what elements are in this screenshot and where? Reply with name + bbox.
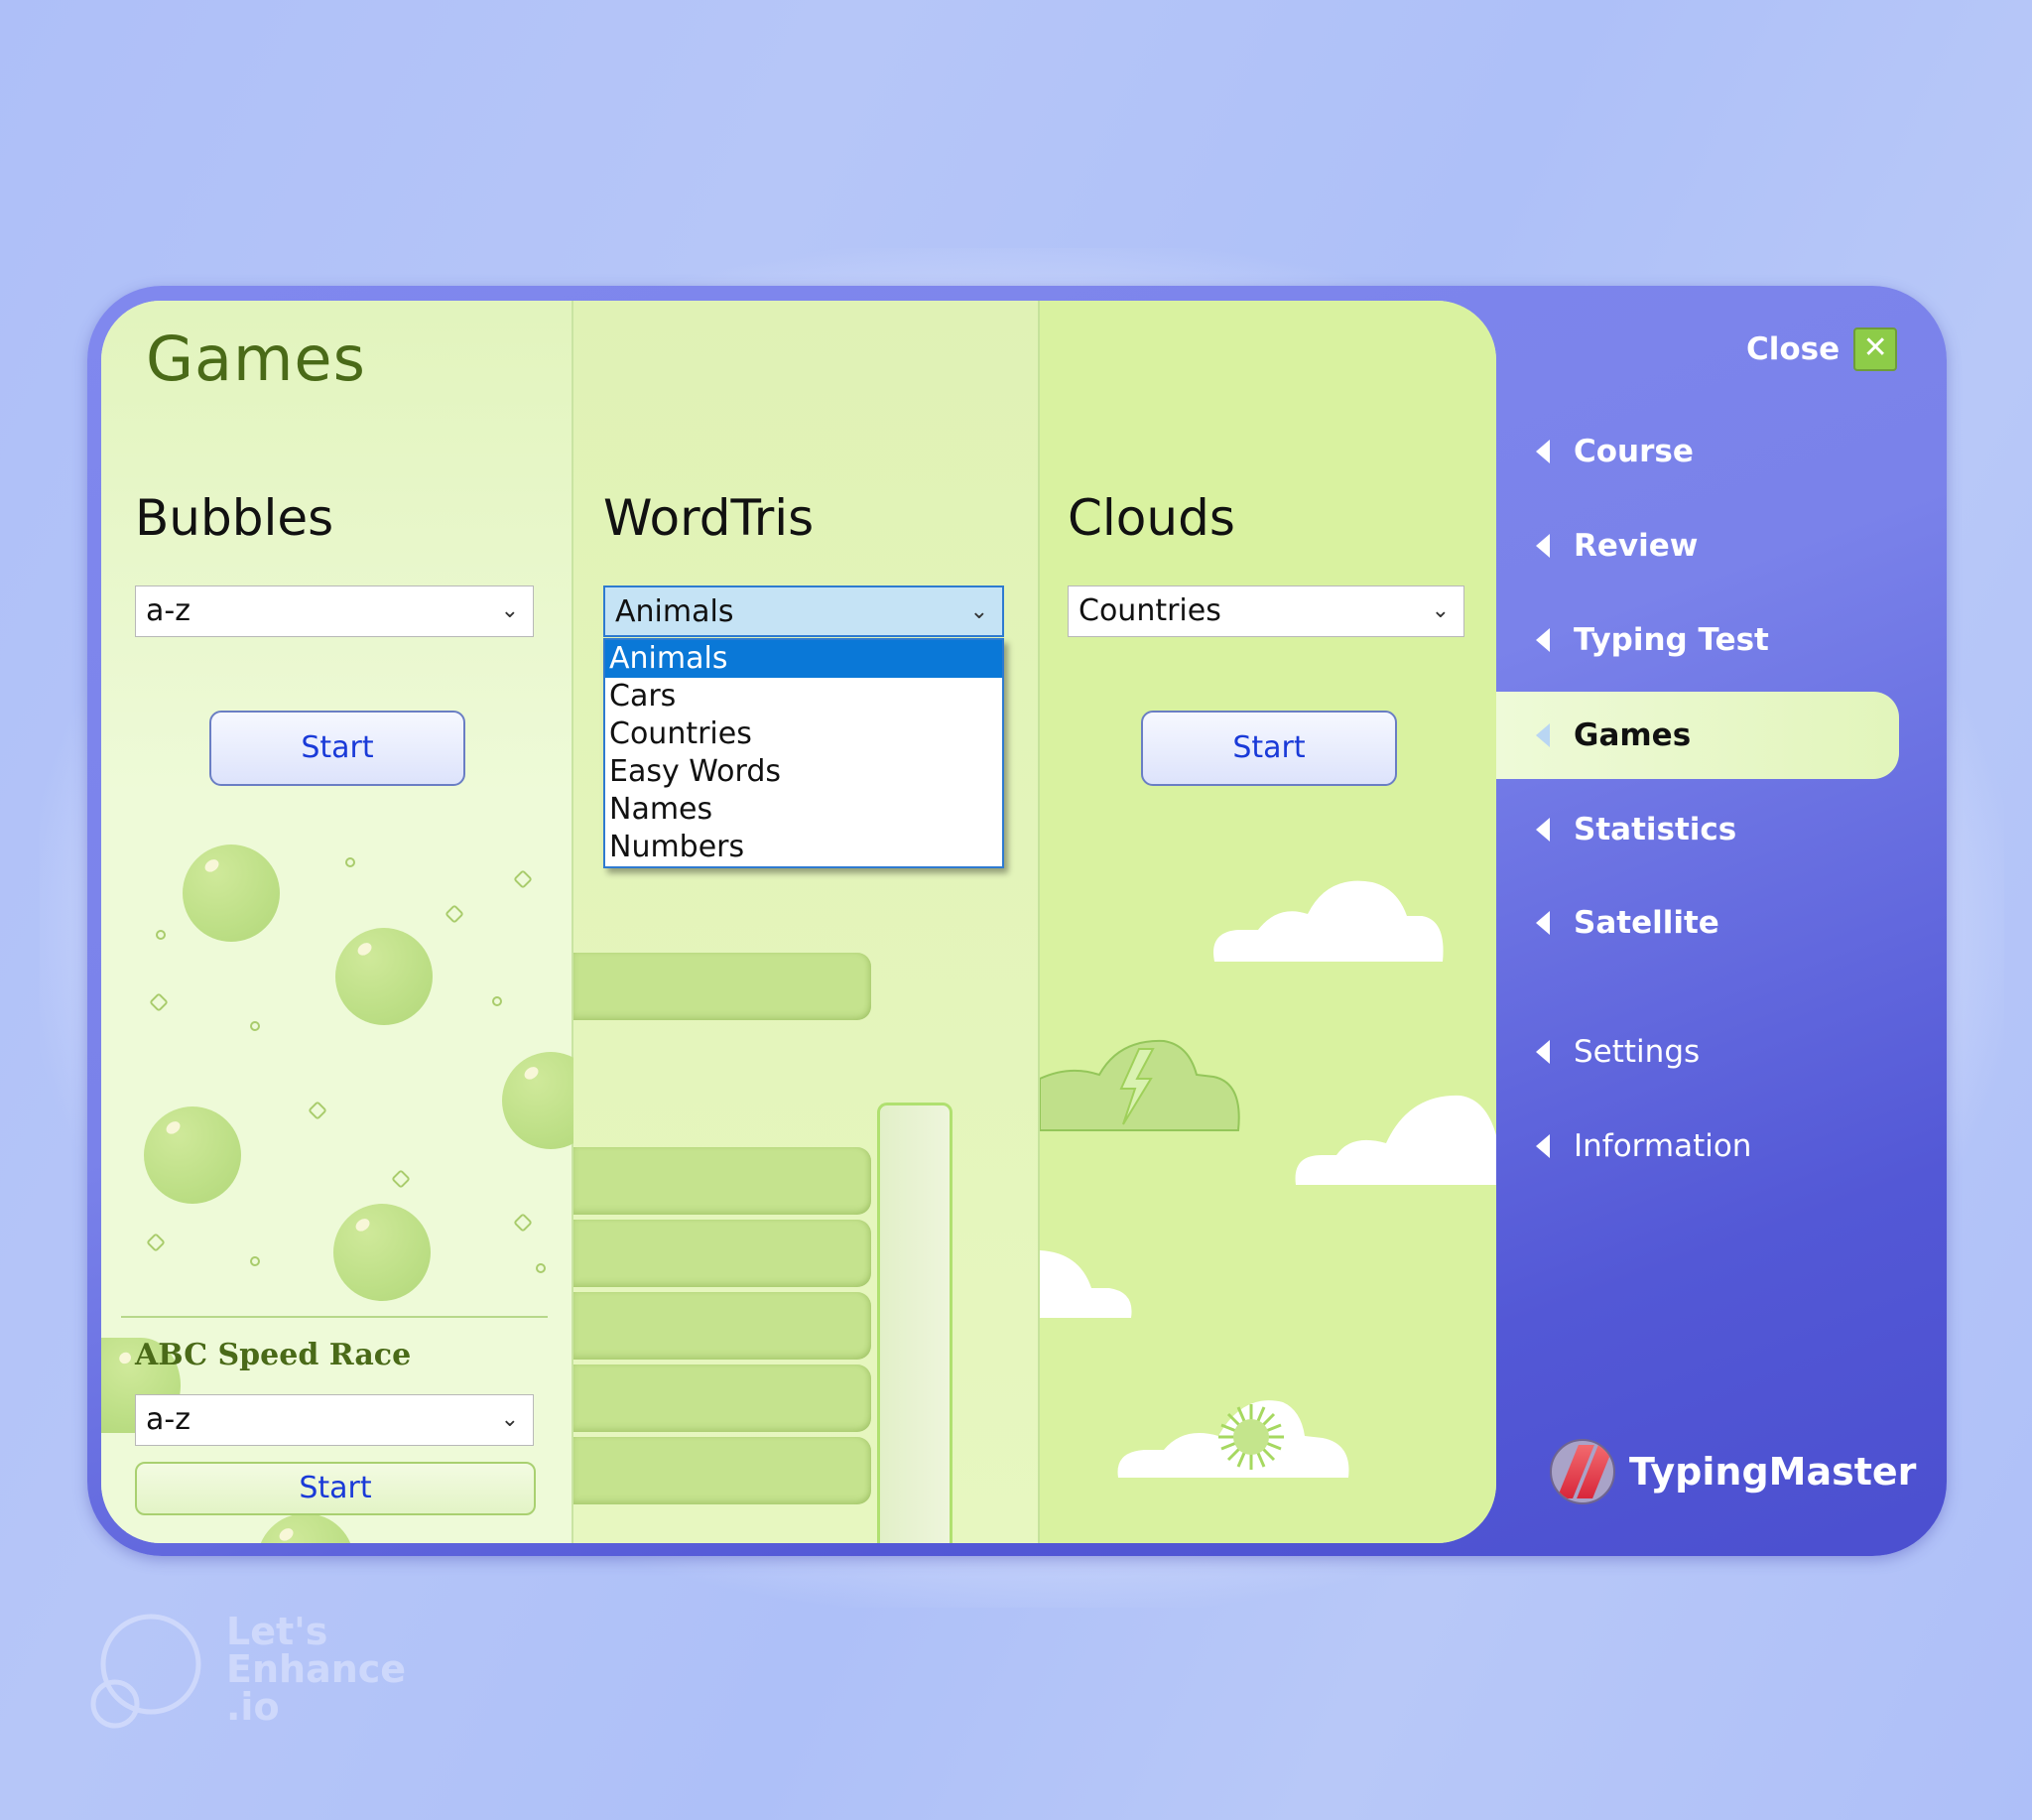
dropdown-option-countries[interactable]: Countries <box>605 715 1002 753</box>
watermark: Let's Enhance .io <box>89 1613 406 1736</box>
sidebar-item-statistics[interactable]: Statistics <box>1536 800 1736 859</box>
sidebar-item-label: Information <box>1574 1128 1752 1164</box>
typingmaster-logo-icon <box>1550 1439 1615 1504</box>
sidebar-item-settings[interactable]: Settings <box>1536 1022 1700 1082</box>
sparkle-decoration <box>308 1101 327 1120</box>
bubble-decoration <box>183 845 280 942</box>
sidebar-item-typing-test[interactable]: Typing Test <box>1536 610 1769 670</box>
sidebar-item-label: Typing Test <box>1574 622 1769 658</box>
sidebar-item-games[interactable]: Games <box>1536 706 1691 765</box>
dot-decoration <box>536 1263 546 1273</box>
dot-decoration <box>156 930 166 940</box>
chevron-down-icon: ⌄ <box>500 1407 519 1432</box>
watermark-text: Let's Enhance .io <box>226 1613 425 1726</box>
sidebar-item-label: Games <box>1574 717 1692 753</box>
clouds-title: Clouds <box>1068 489 1235 547</box>
abc-select-value: a-z <box>146 1402 190 1437</box>
sparkle-decoration <box>513 869 533 889</box>
dot-decoration <box>250 1021 260 1031</box>
dropdown-option-easy-words[interactable]: Easy Words <box>605 753 1002 791</box>
wordtris-block <box>573 1437 871 1504</box>
bubble-decoration <box>333 1204 431 1301</box>
sparkle-decoration <box>149 992 169 1012</box>
sidebar-item-label: Course <box>1574 434 1694 469</box>
arrow-left-icon <box>1536 911 1550 935</box>
sidebar-item-satellite[interactable]: Satellite <box>1536 893 1719 953</box>
games-content-panel: Games Bubbles a-z ⌄ Start ABC Speed Race… <box>101 301 1496 1543</box>
dot-decoration <box>250 1256 260 1266</box>
storm-cloud-icon <box>1040 1039 1240 1131</box>
sidebar-item-review[interactable]: Review <box>1536 516 1698 576</box>
sparkle-decoration <box>146 1233 166 1252</box>
sidebar-item-label: Satellite <box>1574 905 1719 941</box>
chevron-down-icon: ⌄ <box>1431 598 1450 623</box>
wordtris-select[interactable]: Animals ⌄ <box>603 585 1004 637</box>
arrow-left-icon <box>1536 723 1550 747</box>
sidebar-item-label: Settings <box>1574 1034 1701 1070</box>
wordtris-block <box>573 1147 871 1215</box>
wordtris-block <box>573 953 871 1020</box>
chevron-down-icon: ⌄ <box>969 599 988 624</box>
clouds-start-button[interactable]: Start <box>1141 711 1397 786</box>
sidebar-item-course[interactable]: Course <box>1536 422 1694 481</box>
dot-decoration <box>492 996 502 1006</box>
watermark-circles-icon <box>90 1614 201 1729</box>
wordtris-title: WordTris <box>603 489 815 547</box>
chevron-down-icon: ⌄ <box>500 598 519 623</box>
dot-decoration <box>345 857 355 867</box>
arrow-left-icon <box>1536 818 1550 842</box>
watermark-line: .io <box>226 1685 280 1729</box>
bubble-decoration <box>335 928 433 1025</box>
cloud-decoration <box>1040 1250 1132 1318</box>
watermark-line: Let's <box>226 1610 328 1653</box>
bubbles-select-value: a-z <box>146 593 190 628</box>
bubbles-select[interactable]: a-z ⌄ <box>135 585 534 637</box>
close-button[interactable]: Close ✕ <box>1746 327 1898 371</box>
wordtris-block <box>573 1292 871 1360</box>
dropdown-option-numbers[interactable]: Numbers <box>605 829 1002 866</box>
wordtris-block <box>573 1220 871 1287</box>
wordtris-well <box>877 1103 952 1543</box>
clouds-column: Clouds Countries ⌄ Start <box>1040 301 1496 1543</box>
section-divider <box>121 1316 548 1318</box>
arrow-left-icon <box>1536 628 1550 652</box>
abc-speed-race-start-button[interactable]: Start <box>135 1462 536 1515</box>
sidebar-item-information[interactable]: Information <box>1536 1116 1751 1176</box>
close-x-icon: ✕ <box>1853 327 1898 371</box>
page-title: Games <box>146 323 366 395</box>
bubbles-title: Bubbles <box>135 489 334 547</box>
close-label: Close <box>1746 331 1841 367</box>
dropdown-option-animals[interactable]: Animals <box>605 640 1002 678</box>
bubble-decoration <box>257 1513 354 1543</box>
bubbles-start-button[interactable]: Start <box>209 711 465 786</box>
wordtris-block <box>573 1365 871 1432</box>
typingmaster-logo: TypingMaster <box>1550 1439 1916 1504</box>
dropdown-option-cars[interactable]: Cars <box>605 678 1002 715</box>
abc-speed-race-select[interactable]: a-z ⌄ <box>135 1394 534 1446</box>
arrow-left-icon <box>1536 1134 1550 1158</box>
wordtris-select-value: Animals <box>615 594 734 629</box>
clouds-select[interactable]: Countries ⌄ <box>1068 585 1464 637</box>
dropdown-option-names[interactable]: Names <box>605 791 1002 829</box>
cloud-decoration <box>1295 1095 1496 1185</box>
sparkle-decoration <box>513 1213 533 1233</box>
sidebar-item-label: Statistics <box>1574 812 1737 847</box>
wordtris-dropdown-list: Animals Cars Countries Easy Words Names … <box>603 638 1004 868</box>
arrow-left-icon <box>1536 534 1550 558</box>
sidebar-item-label: Review <box>1574 528 1699 564</box>
sparkle-decoration <box>391 1169 411 1189</box>
logo-text: TypingMaster <box>1629 1450 1917 1494</box>
sparkle-decoration <box>444 904 464 924</box>
cloud-decoration <box>1213 880 1444 962</box>
arrow-left-icon <box>1536 1040 1550 1064</box>
bubble-decoration <box>144 1106 241 1204</box>
clouds-select-value: Countries <box>1079 593 1221 628</box>
arrow-left-icon <box>1536 440 1550 463</box>
abc-speed-race-title: ABC Speed Race <box>135 1338 412 1372</box>
sun-cloud-icon <box>1117 1400 1349 1478</box>
bubbles-column: Games Bubbles a-z ⌄ Start ABC Speed Race… <box>101 301 599 1543</box>
watermark-line: Enhance <box>226 1647 407 1691</box>
wordtris-column: WordTris Animals ⌄ <box>573 301 1040 1543</box>
